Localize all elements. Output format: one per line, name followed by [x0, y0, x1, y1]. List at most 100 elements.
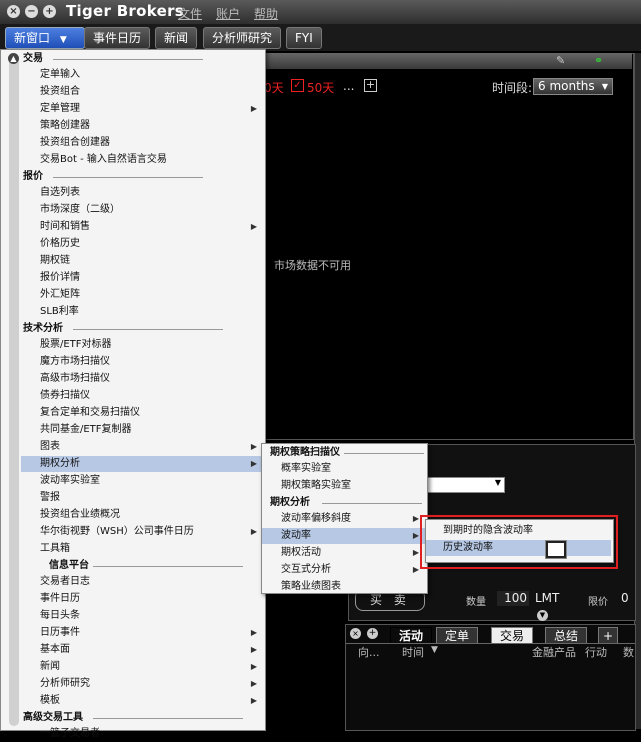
- toolbar: 新窗口 ▼ 事件日历 新闻 分析师研究 FYI: [0, 24, 641, 51]
- menu-item-label: 每日头条: [40, 610, 80, 621]
- dropdown-circle-icon: ▼: [537, 610, 548, 621]
- buy-label[interactable]: 买: [370, 593, 382, 607]
- menu-item[interactable]: 交易者日志: [21, 574, 263, 590]
- menu-item-label: 魔方市场扫描仪: [40, 356, 110, 367]
- add-study-button[interactable]: +: [364, 79, 377, 92]
- menu-item[interactable]: 市场深度（二级）: [21, 202, 263, 218]
- add-tab-button[interactable]: +: [598, 627, 619, 644]
- menu-item[interactable]: 华尔街视野（WSH）公司事件日历 ▶: [21, 524, 263, 540]
- menu-item[interactable]: 魔方市场扫描仪: [21, 354, 263, 370]
- menu-item[interactable]: 投资组合创建器: [21, 135, 263, 151]
- menu-item[interactable]: 高级市场扫描仪: [21, 371, 263, 387]
- tab-activity[interactable]: 活动: [390, 627, 433, 644]
- close-window-icon[interactable]: ×: [7, 5, 20, 18]
- menu-item[interactable]: 股票/ETF对标器: [21, 337, 263, 353]
- scroll-up-icon[interactable]: ▲: [8, 53, 19, 64]
- submenu-item[interactable]: 交互式分析 ▶: [262, 562, 425, 578]
- submenu-item[interactable]: 波动率偏移斜度 ▶: [262, 511, 425, 527]
- submenu-item[interactable]: 波动率 ▶: [262, 528, 425, 544]
- wrench-icon[interactable]: ✎: [556, 54, 565, 67]
- add-panel-icon[interactable]: +: [367, 628, 378, 639]
- menu-item[interactable]: 投资组合业绩概况: [21, 507, 263, 523]
- menu-item[interactable]: SLB利率: [21, 304, 263, 320]
- limit-price-input[interactable]: 0: [621, 591, 633, 605]
- submenu-item[interactable]: 期权策略实验室: [262, 478, 425, 494]
- menu-item-label: 工具箱: [40, 543, 70, 554]
- checkbox-checked-icon[interactable]: ✓: [291, 79, 304, 92]
- link-icon[interactable]: ⚭: [594, 54, 603, 67]
- period-select[interactable]: 6 months ▼: [533, 78, 613, 95]
- menu-item-label: 投资组合业绩概况: [40, 509, 120, 520]
- menu-item[interactable]: 投资组合: [21, 84, 263, 100]
- menu-item[interactable]: 时间和销售 ▶: [21, 219, 263, 235]
- menu-item[interactable]: 分析师研究 ▶: [21, 676, 263, 692]
- menu-item[interactable]: 自选列表: [21, 185, 263, 201]
- sell-label[interactable]: 卖: [394, 593, 406, 607]
- dropdown-arrow-icon: ▼: [601, 82, 608, 91]
- menu-item[interactable]: 定单输入: [21, 67, 263, 83]
- menu-item[interactable]: 每日头条: [21, 608, 263, 624]
- menu-item-label: 模板: [40, 695, 60, 706]
- menu-item[interactable]: 日历事件 ▶: [21, 625, 263, 641]
- column-action[interactable]: 行动: [585, 644, 607, 660]
- fyi-button[interactable]: FYI: [286, 27, 322, 49]
- menu-item[interactable]: 波动率实验室: [21, 473, 263, 489]
- menu-item-label: 警报: [40, 492, 60, 503]
- menu-file[interactable]: 文件: [178, 5, 202, 22]
- news-button[interactable]: 新闻: [155, 27, 198, 49]
- order-type-select[interactable]: LMT ▼: [535, 591, 575, 621]
- event-calendar-button[interactable]: 事件日历: [84, 27, 151, 49]
- close-panel-icon[interactable]: ×: [350, 628, 361, 639]
- more-menu[interactable]: ...: [343, 79, 354, 93]
- new-window-button[interactable]: 新窗口 ▼: [5, 27, 85, 49]
- menu-item[interactable]: 外汇矩阵: [21, 287, 263, 303]
- menu-item[interactable]: 定单管理 ▶: [21, 101, 263, 117]
- menu-item[interactable]: 报价详情: [21, 270, 263, 286]
- maximize-window-icon[interactable]: +: [43, 5, 56, 18]
- menu-item[interactable]: 新闻 ▶: [21, 659, 263, 675]
- column-time[interactable]: 时间: [402, 644, 424, 660]
- menu-item[interactable]: 事件日历: [21, 591, 263, 607]
- menu-item[interactable]: 期权链: [21, 253, 263, 269]
- days-a-label[interactable]: 0天: [264, 79, 284, 96]
- menu-item-label: 期权链: [40, 255, 70, 266]
- menu-item[interactable]: 图表 ▶: [21, 439, 263, 455]
- menu-item[interactable]: 模板 ▶: [21, 693, 263, 709]
- minimize-window-icon[interactable]: −: [25, 5, 38, 18]
- menu-item[interactable]: 警报: [21, 490, 263, 506]
- submenu-item[interactable]: 期权活动 ▶: [262, 545, 425, 561]
- submenu-arrow-icon: ▶: [250, 104, 257, 113]
- menu-item-label: 波动率实验室: [40, 475, 100, 486]
- submenu-item[interactable]: 概率实验室: [262, 461, 425, 477]
- days-b-label[interactable]: 50天: [307, 79, 334, 96]
- menu-item[interactable]: 基本面 ▶: [21, 642, 263, 658]
- menu-item-label: 时间和销售: [40, 221, 90, 232]
- new-window-label: 新窗口: [14, 31, 51, 45]
- submenu-item[interactable]: 策略业绩图表: [262, 579, 425, 595]
- menu-item[interactable]: 共同基金/ETF复制器: [21, 422, 263, 438]
- menu-item[interactable]: 策略创建器: [21, 118, 263, 134]
- options-analysis-submenu: 期权策略扫描仪 概率实验室 期权策略实验室 期权分析 波动率偏移斜度 ▶ 波动率 ▶ 期权活动 ▶…: [261, 443, 428, 594]
- menu-item[interactable]: 价格历史: [21, 236, 263, 252]
- submenu-item-label: 期权活动: [281, 547, 321, 558]
- analyst-research-button[interactable]: 分析师研究: [203, 27, 282, 49]
- menu-help[interactable]: 帮助: [254, 5, 278, 22]
- tab-trades[interactable]: 交易: [491, 627, 534, 644]
- menu-item[interactable]: 工具箱: [21, 541, 263, 557]
- menu-item[interactable]: 复合定单和交易扫描仪: [21, 405, 263, 421]
- column-qty[interactable]: 数: [623, 644, 635, 660]
- menu-account[interactable]: 账户: [216, 5, 240, 22]
- menu-item[interactable]: 交易Bot - 输入自然语言交易: [21, 152, 263, 168]
- quantity-input[interactable]: 100: [497, 591, 529, 606]
- menu-scroll-track[interactable]: [9, 56, 19, 726]
- menu-item-label: 价格历史: [40, 238, 80, 249]
- menu-item[interactable]: 一篮子交易者: [21, 726, 263, 742]
- column-instrument[interactable]: 金融产品: [532, 644, 576, 660]
- column-direction[interactable]: 向...: [358, 644, 380, 660]
- symbol-select[interactable]: ▼: [423, 477, 505, 493]
- menu-item[interactable]: 期权分析 ▶: [21, 456, 263, 472]
- menu-item[interactable]: 债券扫描仪: [21, 388, 263, 404]
- menu-item-label: 投资组合创建器: [40, 137, 110, 148]
- tab-orders[interactable]: 定单: [436, 627, 479, 644]
- tab-summary[interactable]: 总结: [545, 627, 588, 644]
